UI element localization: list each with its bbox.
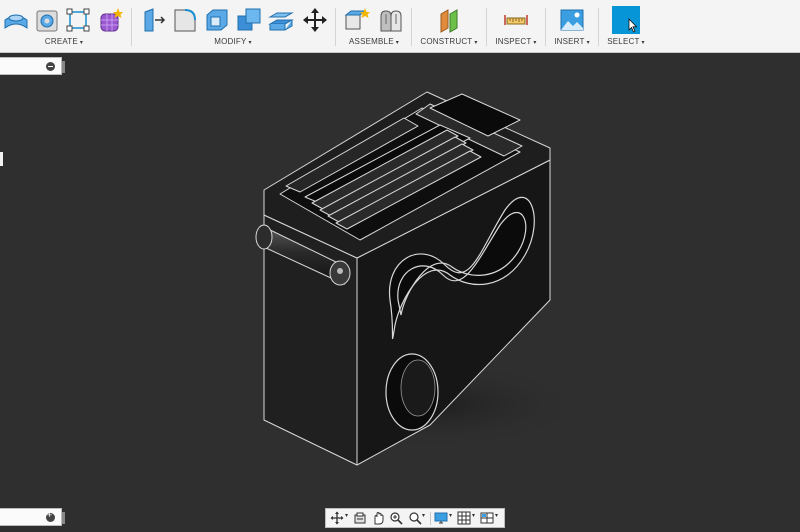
minus-circle-icon[interactable]: [46, 62, 55, 71]
assemble-menu[interactable]: ASSEMBLE ▾: [339, 37, 409, 46]
plus-circle-icon[interactable]: [46, 510, 55, 522]
toolbar-group-select: SELECT ▾: [602, 0, 650, 52]
panel-edge-marker: [0, 152, 3, 166]
pan-icon[interactable]: [371, 511, 385, 525]
select-cursor-icon[interactable]: [612, 6, 640, 34]
select-label: SELECT: [607, 37, 640, 46]
navigation-bar: ▾ ▾ ▾ ▾ ▾: [325, 508, 505, 528]
inspect-dropdown-icon: ▾: [533, 40, 537, 46]
panel-grip[interactable]: [62, 512, 65, 524]
form-icon[interactable]: [96, 6, 124, 34]
fillet-icon[interactable]: [171, 6, 199, 34]
display-settings-icon[interactable]: [434, 511, 448, 525]
toolbar-group-construct: CONSTRUCT ▾: [415, 0, 483, 52]
move-icon[interactable]: [301, 6, 329, 34]
grid-icon[interactable]: [457, 511, 471, 525]
revolve-icon[interactable]: [33, 6, 61, 34]
toolbar-group-modify: MODIFY ▾: [135, 0, 331, 52]
comments-panel: [0, 508, 65, 526]
zoom-dropdown-icon[interactable]: ▾: [422, 512, 425, 519]
toolbar-group-create: CREATE ▾: [0, 0, 128, 52]
insert-label: INSERT: [554, 37, 585, 46]
insert-menu[interactable]: INSERT ▾: [549, 37, 595, 46]
modify-dropdown-icon: ▾: [248, 40, 252, 46]
construct-label: CONSTRUCT: [420, 37, 473, 46]
zoom-icon[interactable]: [408, 511, 422, 525]
create-label: CREATE: [44, 37, 78, 46]
toolbar-separator: [131, 8, 132, 46]
insert-dropdown-icon: ▾: [586, 40, 590, 46]
assemble-label: ASSEMBLE: [349, 37, 394, 46]
toolbar-group-assemble: ASSEMBLE ▾: [339, 0, 409, 52]
new-component-icon[interactable]: [343, 6, 371, 34]
toolbar-separator: [335, 8, 336, 46]
construct-dropdown-icon: ▾: [474, 40, 478, 46]
assemble-dropdown-icon: ▾: [395, 40, 399, 46]
round-hole: [385, 353, 439, 431]
toolbar-separator: [545, 8, 546, 46]
toolbar-group-inspect: INSPECT ▾: [490, 0, 542, 52]
canvas-viewport[interactable]: [0, 53, 800, 532]
modify-menu[interactable]: MODIFY ▾: [135, 37, 331, 46]
viewports-dropdown-icon[interactable]: ▾: [495, 512, 498, 519]
select-dropdown-icon: ▾: [641, 40, 645, 46]
display-dropdown-icon[interactable]: ▾: [449, 512, 452, 519]
create-menu[interactable]: CREATE ▾: [0, 37, 128, 46]
offset-face-icon[interactable]: [267, 6, 295, 34]
panel-grip[interactable]: [62, 61, 65, 73]
measure-icon[interactable]: [502, 6, 530, 34]
shell-icon[interactable]: [203, 6, 231, 34]
model-render[interactable]: [0, 53, 800, 532]
inspect-label: INSPECT: [495, 37, 532, 46]
orbit-icon[interactable]: [330, 511, 344, 525]
toolbar: CREATE ▾ MODIFY ▾ ASSEMBLE ▾ CONSTRUCT ▾…: [0, 0, 800, 53]
toolbar-separator: [486, 8, 487, 46]
toolbar-group-insert: INSERT ▾: [549, 0, 595, 52]
inspect-menu[interactable]: INSPECT ▾: [490, 37, 542, 46]
toolbar-separator: [598, 8, 599, 46]
viewports-icon[interactable]: [480, 511, 494, 525]
insert-image-icon[interactable]: [558, 6, 586, 34]
extrude-icon[interactable]: [2, 6, 30, 34]
construct-menu[interactable]: CONSTRUCT ▾: [415, 37, 483, 46]
plane-icon[interactable]: [435, 6, 463, 34]
select-menu[interactable]: SELECT ▾: [602, 37, 650, 46]
look-at-icon[interactable]: [353, 511, 367, 525]
toolbar-separator: [411, 8, 412, 46]
navbar-separator: [430, 512, 431, 525]
grid-dropdown-icon[interactable]: ▾: [472, 512, 475, 519]
combine-icon[interactable]: [235, 6, 263, 34]
browser-panel: [0, 57, 65, 75]
sketch-icon[interactable]: [64, 6, 92, 34]
joint-icon[interactable]: [377, 6, 405, 34]
modify-label: MODIFY: [214, 37, 247, 46]
zoom-window-icon[interactable]: [389, 511, 403, 525]
press-pull-icon[interactable]: [139, 6, 167, 34]
create-dropdown-icon: ▾: [79, 40, 84, 46]
orbit-dropdown-icon[interactable]: ▾: [345, 512, 348, 519]
